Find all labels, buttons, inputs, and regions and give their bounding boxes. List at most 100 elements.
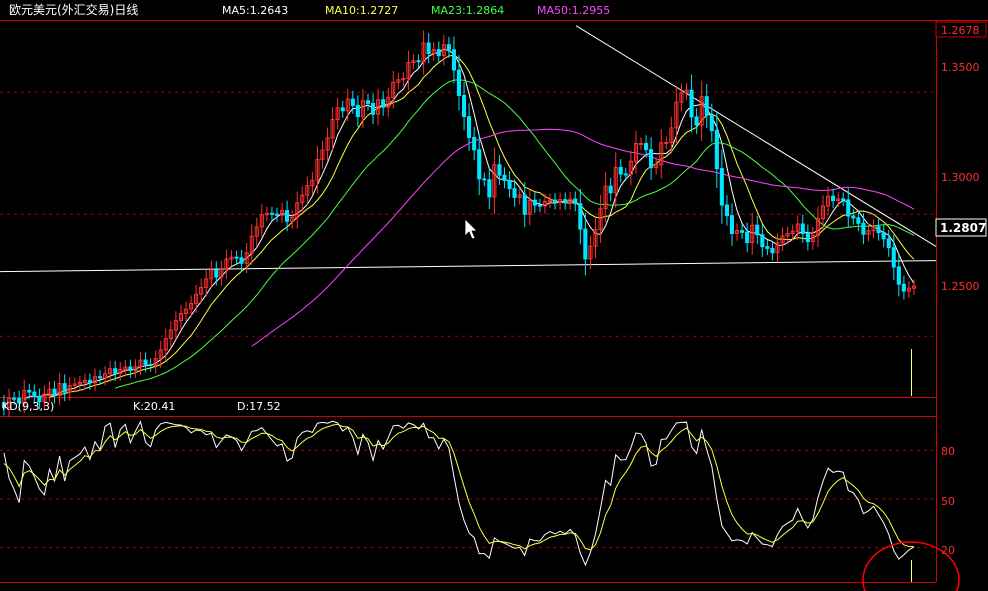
candle-body (477, 149, 482, 180)
current-price-value: 1.2807 (940, 221, 986, 235)
candle-body (745, 231, 750, 244)
candlestick (694, 107, 699, 134)
candlestick (411, 54, 416, 70)
candlestick (305, 176, 310, 205)
candlestick (310, 172, 315, 194)
candlestick (168, 321, 173, 348)
candlestick (446, 36, 451, 58)
candlestick (851, 209, 856, 225)
candlestick (183, 301, 188, 322)
candlestick (487, 167, 492, 209)
candlestick (841, 192, 846, 207)
candlestick (740, 223, 745, 239)
candlestick (633, 131, 639, 174)
candlestick (876, 218, 881, 241)
candlestick (704, 84, 709, 128)
candle-body (148, 364, 153, 366)
candlestick (871, 219, 876, 239)
chart-title: 欧元美元(外汇交易)日线 (9, 2, 138, 17)
candlestick (568, 191, 573, 210)
ma10-label: MA10:1.2727 (325, 4, 398, 17)
candle-body (456, 69, 461, 96)
forex-chart-window[interactable]: 欧元美元(外汇交易)日线 MA5:1.2643 MA10:1.2727 MA23… (0, 0, 988, 591)
candlestick (290, 209, 295, 229)
kd-tick-label: 50 (941, 495, 955, 508)
kd-d-line (3, 423, 915, 551)
trendlines (0, 25, 937, 273)
candle-body (876, 226, 881, 234)
candlestick (729, 203, 735, 246)
candlestick (527, 189, 532, 226)
candlestick (846, 188, 851, 228)
candlestick (906, 281, 912, 299)
candle-body (563, 199, 568, 204)
price-tick-label: 1.3000 (941, 171, 980, 184)
ma10-line (49, 54, 915, 398)
candlestick (826, 186, 831, 216)
candlestick (638, 137, 644, 150)
candle-body (416, 60, 421, 63)
candlestick (138, 351, 143, 376)
candlestick (335, 97, 340, 130)
kd-indicator-label: KD(9,3,3) (2, 400, 54, 413)
candlestick (775, 233, 780, 263)
candlestick (628, 150, 633, 186)
candle-body (522, 194, 527, 215)
candle-body (62, 383, 67, 393)
candlestick (537, 198, 542, 213)
mouse-cursor-icon (464, 218, 478, 240)
candle-body (800, 223, 805, 234)
candle-body (841, 198, 846, 201)
candle-body (436, 49, 441, 56)
candlestick (507, 171, 512, 198)
candle-body (901, 283, 906, 292)
candle-body (846, 199, 851, 217)
candle-body (512, 188, 517, 198)
candlestick (674, 87, 679, 143)
candlestick (163, 328, 168, 360)
candlestick (502, 167, 507, 189)
candlestick (583, 212, 588, 276)
candlestick (462, 81, 467, 131)
candlesticks (1, 30, 917, 418)
candlestick (133, 359, 138, 378)
candlestick (98, 370, 103, 385)
candle-body (239, 257, 244, 264)
descending-trendline (575, 25, 937, 247)
candlestick (234, 250, 239, 265)
candle-body (355, 104, 360, 118)
candlestick (431, 42, 436, 61)
candle-body (896, 266, 901, 285)
candle-body (760, 234, 765, 248)
candlestick (320, 140, 325, 169)
candle-body (644, 143, 649, 151)
candlestick (92, 368, 98, 392)
kd-k-line (3, 420, 915, 567)
candlestick (719, 149, 724, 224)
candlestick (765, 239, 770, 256)
candlestick (401, 72, 406, 87)
candlestick (123, 360, 128, 377)
candlestick (269, 206, 274, 221)
candlestick (173, 311, 178, 340)
candlestick (219, 260, 224, 286)
candle-body (765, 246, 770, 249)
candle-body (891, 247, 896, 268)
candle-body (618, 166, 623, 175)
price-top-value: 1.2678 (941, 24, 980, 37)
candlestick (714, 111, 719, 189)
candle-body (553, 199, 558, 204)
candlestick (67, 377, 72, 401)
candle-body (714, 130, 719, 170)
candlestick (82, 373, 87, 390)
candlestick (881, 224, 886, 248)
candlestick (274, 207, 279, 222)
candlestick (785, 226, 790, 243)
candle-body (497, 164, 502, 176)
candle-body (623, 173, 628, 176)
candlestick (593, 217, 598, 259)
candle-body (269, 212, 274, 215)
candle-body (831, 195, 836, 202)
kd-tick-label: 80 (941, 445, 955, 458)
candlestick (810, 226, 815, 250)
